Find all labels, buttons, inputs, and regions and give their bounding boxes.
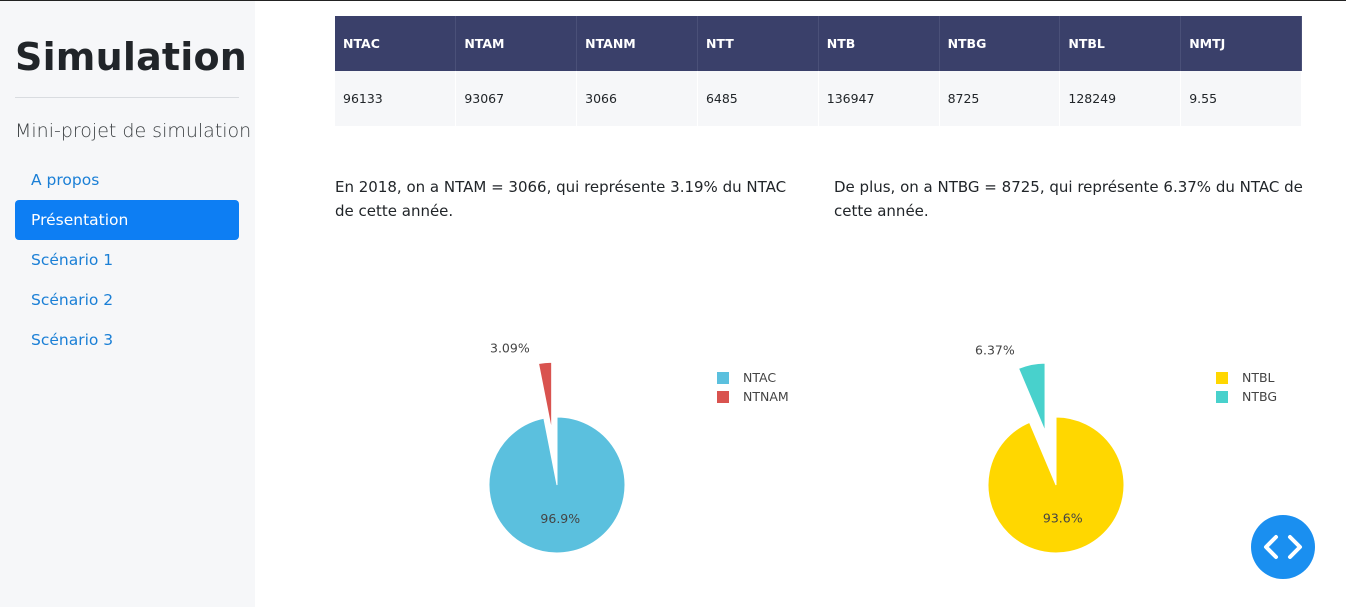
table-cell: 96133 <box>335 71 457 126</box>
table-cell: 8725 <box>939 71 1061 126</box>
sidebar-nav: A propos Présentation Scénario 1 Scénari… <box>15 160 239 360</box>
ntam-description: En 2018, on a NTAM = 3066, qui représent… <box>335 178 787 220</box>
column-header: NTBG <box>939 16 1061 71</box>
legend-label: NTBG <box>1242 389 1277 404</box>
sidebar-item-scenario-3[interactable]: Scénario 3 <box>15 320 239 360</box>
pie-chart-svg: 96.9% 3.09% NTAC NTNAM <box>488 341 789 554</box>
table-cell: 3066 <box>576 71 698 126</box>
pie-chart-svg: 93.6% 6.37% NTBL NTBG <box>975 343 1277 554</box>
ntbg-description: De plus, on a NTBG = 8725, qui représent… <box>834 178 1303 220</box>
table-cell: 93067 <box>455 71 578 126</box>
table-row: 96133 93067 3066 6485 136947 8725 128249… <box>335 71 1302 126</box>
column-header: NTAC <box>335 16 457 71</box>
pie-slice <box>488 416 626 554</box>
sidebar-item-presentation[interactable]: Présentation <box>15 200 239 240</box>
legend-swatch <box>717 372 729 384</box>
column-header: NMTJ <box>1180 16 1302 71</box>
app-title: Simulation <box>15 35 248 79</box>
sidebar-item-a-propos[interactable]: A propos <box>15 160 239 200</box>
pie-chart-ntac: 96.9% 3.09% NTAC NTNAM <box>335 330 805 570</box>
code-toggle-button[interactable] <box>1251 515 1315 579</box>
results-table: NTAC NTAM NTANM NTT NTB NTBG NTBL NMTJ 9… <box>335 16 1302 126</box>
column-header: NTBL <box>1059 16 1182 71</box>
sidebar-divider <box>15 97 239 98</box>
legend-label: NTAC <box>743 370 776 385</box>
table-cell: 136947 <box>818 71 940 126</box>
legend-label: NTBL <box>1242 370 1275 385</box>
column-header: NTANM <box>576 16 698 71</box>
pie-slice <box>987 416 1125 554</box>
sidebar-item-scenario-2[interactable]: Scénario 2 <box>15 280 239 320</box>
column-header: NTAM <box>455 16 578 71</box>
app-subtitle: Mini-projet de simulation <box>15 120 252 142</box>
legend-swatch <box>1216 372 1228 384</box>
sidebar-item-scenario-1[interactable]: Scénario 1 <box>15 240 239 280</box>
pie-value-label: 6.37% <box>975 343 1015 358</box>
pie-value-label: 96.9% <box>540 511 580 526</box>
legend-label: NTNAM <box>743 389 789 404</box>
column-header: NTT <box>697 16 819 71</box>
pie-chart-ntbl: 93.6% 6.37% NTBL NTBG <box>834 330 1304 570</box>
pie-value-label: 93.6% <box>1043 510 1083 525</box>
legend-swatch <box>717 391 729 403</box>
table-cell: 6485 <box>697 71 819 126</box>
column-header: NTB <box>818 16 940 71</box>
pie-slice <box>1017 362 1046 432</box>
legend-swatch <box>1216 391 1228 403</box>
sidebar: Simulation Mini-projet de simulation A p… <box>0 1 255 607</box>
pie-value-label: 3.09% <box>490 341 530 356</box>
table-cell: 9.55 <box>1180 71 1302 126</box>
code-icon <box>1264 535 1302 559</box>
table-header-row: NTAC NTAM NTANM NTT NTB NTBG NTBL NMTJ <box>335 16 1302 71</box>
table-cell: 128249 <box>1059 71 1182 126</box>
